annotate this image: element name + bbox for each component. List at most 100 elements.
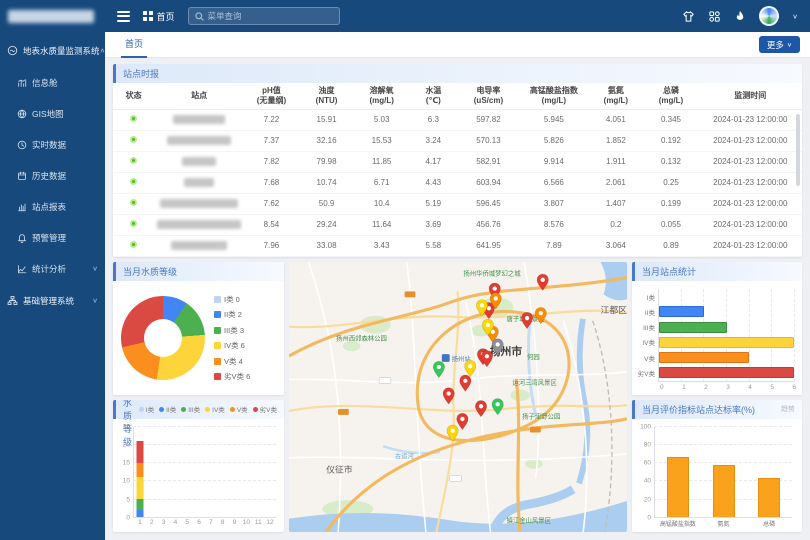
sidebar-item-信息舱[interactable]: 信息舱 [0,67,105,98]
table-cell: 582.91 [457,151,519,172]
table-cell: 6.566 [519,172,588,193]
hbar-row: IV类 [659,336,794,348]
user-avatar[interactable] [759,6,779,26]
sidebar-group-1[interactable]: 基础管理系统∨ [0,284,105,317]
sidebar-group-0[interactable]: 地表水质量监测系统∧ [0,34,105,67]
y-tick-label: 25 [123,423,130,430]
stack-segment [136,441,143,463]
more-button[interactable]: 更多 ∨ [759,36,800,53]
table-cell: 5.58 [409,235,457,256]
table-cell: 7.22 [244,109,299,130]
sidebar-item-GIS地图[interactable]: GIS地图 [0,98,105,129]
legend-item[interactable]: II类 [159,404,176,414]
gis-map-icon [17,109,27,119]
compliance-panel: 当月评价指标站点达标率(%) 趋势 020406080100高锰酸盐指数氨氮总磷 [632,400,802,533]
table-cell: 1.911 [588,151,643,172]
month-column: 3 [158,427,170,518]
legend-item[interactable]: V类 4 [214,356,250,367]
y-tick-label: 80 [644,441,651,448]
sidebar-item-历史数据[interactable]: 历史数据 [0,160,105,191]
legend-item[interactable]: 劣V类 [253,404,277,414]
sidebar-menu: 地表水质量监测系统∧信息舱GIS地图实时数据历史数据站点报表预警管理统计分析∨基… [0,32,105,540]
stack-segment [136,499,143,510]
map-label: 扬州华侨城梦幻之城 [463,269,521,278]
station-report-title: 站点时报 [113,64,802,83]
legend-label: IV类 6 [224,340,245,351]
month-column: 4 [169,427,181,518]
sidebar-item-预警管理[interactable]: 预警管理 [0,222,105,253]
legend-label: 劣V类 [260,404,277,414]
annual-grade-panel: 全年水质等级 I类II类III类IV类V类劣V类 051015202512345… [113,400,284,533]
table-cell: 3.807 [519,193,588,214]
table-cell: 7.96 [244,235,299,256]
base-icon [7,295,18,306]
station-name-redacted [157,220,241,229]
info-hub-icon [17,78,27,88]
x-tick-label: 0 [660,384,664,391]
col-header: 电导率(uS/cm) [457,83,519,109]
sidebar-item-实时数据[interactable]: 实时数据 [0,129,105,160]
table-cell: 5.826 [519,130,588,151]
sidebar: 地表水质量监测系统∧信息舱GIS地图实时数据历史数据站点报表预警管理统计分析∨基… [0,0,105,540]
col-header: 总磷(mg/L) [643,83,698,109]
theme-skin-icon[interactable] [682,10,695,23]
table-row: 7.6810.746.714.43603.946.5662.0610.25202… [113,172,802,193]
search-input[interactable] [208,11,333,21]
layout-icon[interactable] [708,10,721,23]
app-logo [0,0,105,32]
table-cell: 0.25 [643,172,698,193]
station-name-redacted [184,178,214,187]
app-root: 地表水质量监测系统∧信息舱GIS地图实时数据历史数据站点报表预警管理统计分析∨基… [0,0,810,540]
breadcrumb-home[interactable]: 首页 [143,10,175,23]
flame-icon[interactable] [734,10,746,23]
tab-home[interactable]: 首页 [121,32,147,58]
table-cell: 10.74 [299,172,354,193]
station-table-head: 状态站点pH值(无量纲)浊度(NTU)溶解氧(mg/L)水温(℃)电导率(uS/… [113,83,802,109]
legend-label: I类 [146,404,154,414]
col-header: 站点 [154,83,244,109]
table-cell: 456.76 [457,214,519,235]
dashboard-icon [143,11,153,21]
sidebar-item-站点报表[interactable]: 站点报表 [0,191,105,222]
table-row: 8.5429.2411.643.69456.768.5760.20.055202… [113,214,802,235]
monthly-station-stats-title: 当月站点统计 [632,262,802,281]
legend-item[interactable]: II类 2 [214,309,250,320]
status-dot-normal [130,220,137,227]
table-cell: 641.95 [457,235,519,256]
category-label: I类 [633,292,655,302]
x-tick-label: 7 [209,519,213,526]
x-tick-label: 6 [197,519,201,526]
trend-link[interactable]: 趋势 [781,404,795,414]
table-row: 7.9633.083.435.58641.957.893.0640.892024… [113,235,802,256]
vbar [667,457,689,517]
menu-toggle-icon[interactable] [117,11,130,22]
menu-search[interactable] [188,7,340,25]
map-canvas[interactable]: 扬州市江都区仪征市扬州西郊森林公园扬州华侨城梦幻之城唐子城风景区扬州站何园运河三… [289,262,627,532]
chevron-down-icon[interactable]: ∨ [792,12,798,19]
legend-item[interactable]: III类 3 [214,325,250,336]
legend-marker [139,407,144,412]
table-scrollbar[interactable] [796,114,800,186]
legend-item[interactable]: V类 [230,404,248,414]
content: 站点时报 状态站点pH值(无量纲)浊度(NTU)溶解氧(mg/L)水温(℃)电导… [105,58,810,540]
table-cell: 4.43 [409,172,457,193]
station-report-panel: 站点时报 状态站点pH值(无量纲)浊度(NTU)溶解氧(mg/L)水温(℃)电导… [113,64,802,257]
hbar [659,367,794,378]
y-tick-label: 5 [126,496,130,503]
x-tick-label: 8 [221,519,225,526]
sidebar-item-统计分析[interactable]: 统计分析∨ [0,253,105,284]
y-tick-label: 20 [123,441,130,448]
legend-item[interactable]: IV类 [205,404,225,414]
legend-item[interactable]: I类 [139,404,154,414]
legend-item[interactable]: III类 [181,404,200,414]
status-dot-normal [130,115,137,122]
legend-item[interactable]: IV类 6 [214,340,250,351]
map-label: 仪征市 [326,464,353,475]
legend-item[interactable]: 劣V类 6 [214,371,250,382]
month-column: 8 [217,427,229,518]
legend-item[interactable]: I类 0 [214,294,250,305]
month-column: 12 [264,427,276,518]
stack-segment [136,477,143,499]
y-tick-label: 10 [123,478,130,485]
station-name-redacted [160,199,238,208]
